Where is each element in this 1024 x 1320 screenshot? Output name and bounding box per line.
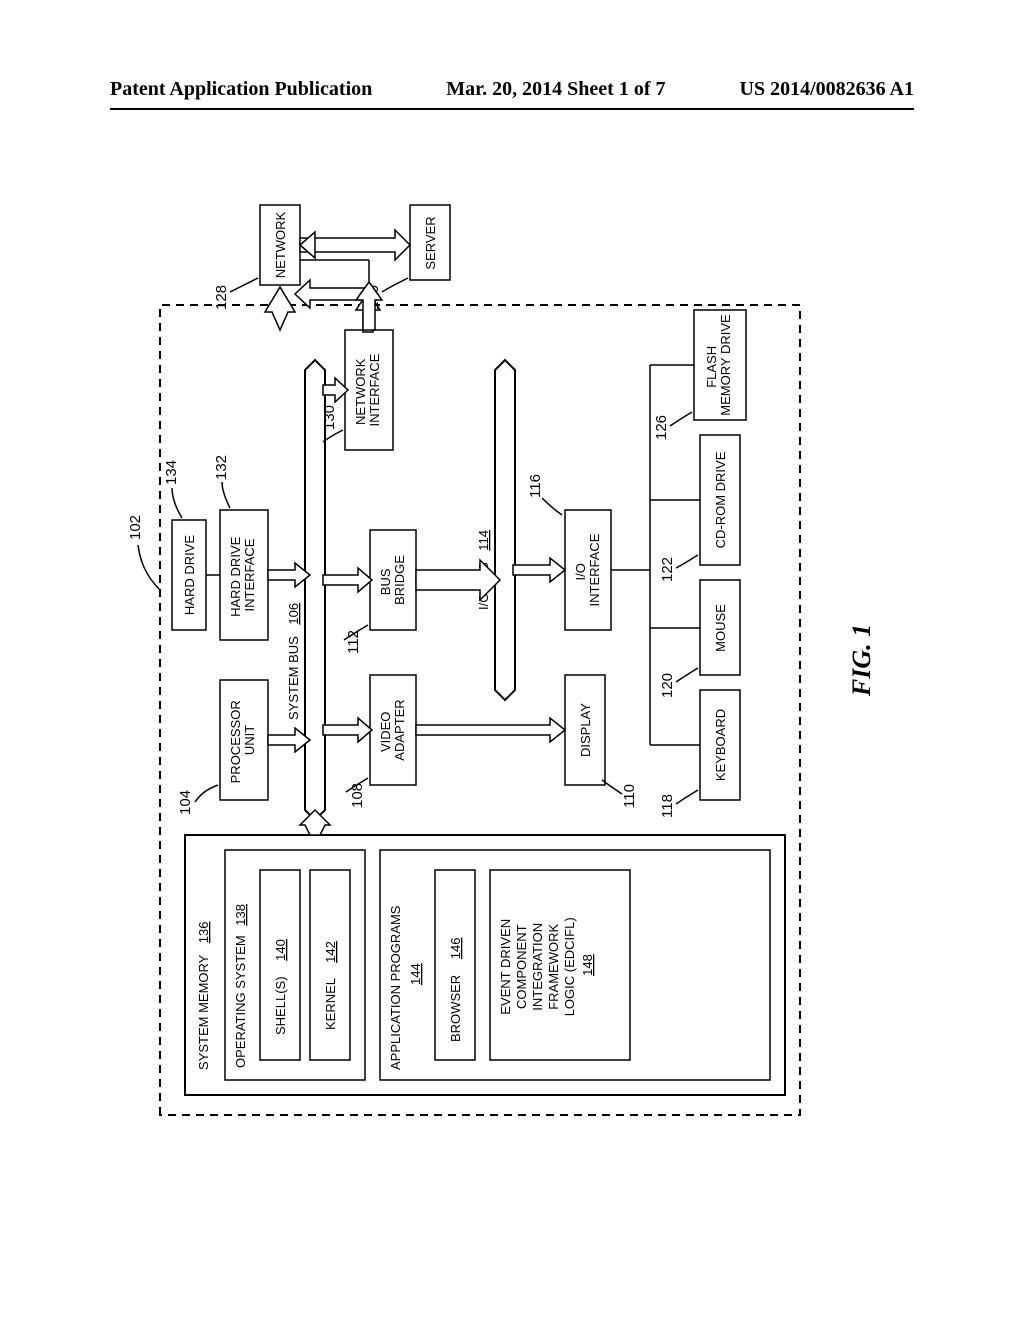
network-label: NETWORK (273, 211, 288, 278)
keyboard-label: KEYBOARD (713, 709, 728, 781)
display-label: DISPLAY (578, 703, 593, 757)
hard-drive-label: HARD DRIVE (182, 535, 197, 616)
leader-120 (676, 668, 698, 682)
arrow-hdif-bus (268, 563, 310, 587)
hd-if-label: HARD DRIVE INTERFACE (228, 533, 257, 617)
shell-label: SHELL(S) 140 (273, 939, 288, 1035)
ref-128: 128 (213, 285, 230, 310)
page: Patent Application Publication Mar. 20, … (0, 0, 1024, 1320)
ref-112: 112 (345, 630, 362, 654)
server-label: SERVER (423, 216, 438, 269)
arrow-bus-video (323, 718, 372, 742)
ref-132: 132 (213, 455, 230, 480)
leader-104 (195, 785, 218, 802)
leader-128 (230, 278, 258, 292)
io-bus (495, 360, 515, 700)
leader-126 (670, 412, 692, 426)
network-if-label: NETWORK INTERFACE (353, 353, 382, 426)
leader-150 (382, 278, 408, 292)
header-center: Mar. 20, 2014 Sheet 1 of 7 (446, 78, 665, 101)
cdrom-label: CD-ROM DRIVE (713, 451, 728, 548)
leader-116 (542, 498, 562, 515)
ref-116: 116 (527, 474, 544, 498)
system-bus-label: SYSTEM BUS 106 (286, 603, 301, 720)
apps-ref: 144 (408, 963, 423, 985)
header-left: Patent Application Publication (110, 78, 372, 101)
ref-104: 104 (177, 790, 194, 815)
arrow-bus-bridge (323, 568, 372, 592)
header-rule (110, 108, 914, 110)
apps-label: APPLICATION PROGRAMS (388, 905, 403, 1070)
leader-102 (138, 545, 160, 590)
arrow-iobus-ioif (513, 558, 565, 582)
ref-102: 102 (127, 515, 144, 540)
kernel-box (310, 870, 350, 1060)
ref-130: 130 (321, 405, 338, 430)
os-label: OPERATING SYSTEM 138 (233, 904, 248, 1068)
browser-label: BROWSER 146 (448, 938, 463, 1043)
header-right: US 2014/0082636 A1 (740, 78, 914, 101)
ref-108: 108 (349, 783, 366, 808)
ref-118: 118 (659, 794, 676, 818)
arrow-video-display (416, 718, 565, 742)
leader-110 (602, 780, 622, 794)
leader-134 (172, 488, 182, 518)
mouse-label: MOUSE (713, 604, 728, 652)
arrow-processor-bus (268, 728, 310, 752)
system-memory-box (185, 835, 785, 1095)
leader-132 (222, 482, 230, 508)
ref-120: 120 (659, 673, 676, 698)
system-memory-label: SYSTEM MEMORY 136 (196, 922, 211, 1070)
leader-122 (676, 555, 698, 568)
video-adapter-label: VIDEO ADAPTER (378, 699, 407, 760)
page-header: Patent Application Publication Mar. 20, … (0, 78, 1024, 101)
kernel-label: KERNEL 142 (323, 941, 338, 1030)
figure-1-diagram: 102 SYSTEM MEMORY 136 OPERATING SYSTEM 1… (110, 200, 920, 1130)
ref-122: 122 (659, 557, 676, 582)
ref-110: 110 (621, 784, 638, 808)
figure-label: FIG. 1 (847, 624, 876, 697)
edcifl-label: EVENT DRIVEN COMPONENT INTEGRATION FRAME… (498, 914, 595, 1017)
arrow-network-server (300, 230, 410, 260)
ref-134: 134 (163, 460, 180, 485)
arrow-sysmem-bus (300, 810, 330, 835)
ref-126: 126 (653, 415, 670, 440)
leader-118 (676, 790, 698, 804)
